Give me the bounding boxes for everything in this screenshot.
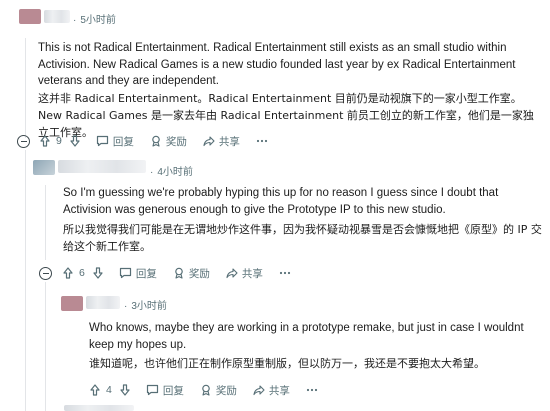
share-label: 共享 [218, 135, 240, 148]
more-options-icon [306, 388, 318, 392]
share-label: 共享 [268, 384, 290, 397]
comment-text-en: Who knows, maybe they are working in a p… [89, 322, 524, 351]
thread-line [45, 185, 46, 260]
award-label: 奖励 [188, 267, 210, 280]
collapse-thread-button[interactable] [17, 135, 30, 148]
reply-icon [146, 384, 159, 396]
comment-text-en: So I'm guessing we're probably hyping th… [63, 187, 499, 216]
more-options-button[interactable] [279, 271, 291, 275]
comment-actions: 9 回复 奖励 共享 [40, 133, 284, 149]
comment-meta: · 4小时前 [150, 167, 193, 178]
award-label: 奖励 [215, 384, 237, 397]
reply-label: 回复 [162, 384, 184, 397]
award-label: 奖励 [165, 135, 187, 148]
award-button[interactable]: 奖励 [200, 383, 237, 398]
vote-group: 4 [90, 384, 130, 396]
share-button[interactable]: 共享 [226, 266, 263, 281]
share-button[interactable]: 共享 [253, 383, 290, 398]
timestamp: 4小时前 [157, 167, 193, 178]
reply-button[interactable]: 回复 [146, 383, 184, 398]
share-button[interactable]: 共享 [203, 134, 240, 149]
avatar[interactable] [33, 160, 55, 175]
more-options-button[interactable] [306, 388, 318, 392]
thread-line [25, 38, 26, 138]
share-icon [226, 267, 238, 279]
comment-meta: · 3小时前 [124, 301, 167, 312]
vote-count: 4 [106, 384, 112, 396]
reply-icon [96, 135, 109, 147]
comment-text-zh: 所以我觉得我们可能是在无谓地炒作这件事，因为我怀疑动视暴雪是否会慷慨地把《原型》… [63, 223, 542, 253]
username-blurred[interactable] [86, 296, 120, 309]
reply-button[interactable]: 回复 [96, 134, 134, 149]
reply-label: 回复 [112, 135, 134, 148]
downvote-icon[interactable] [70, 135, 80, 147]
more-options-button[interactable] [256, 139, 268, 143]
share-label: 共享 [241, 267, 263, 280]
share-icon [203, 135, 215, 147]
timestamp: 5小时前 [80, 15, 116, 26]
comment-actions: 6 回复 奖励 共享 [63, 265, 307, 281]
next-comment-header-cutoff [64, 405, 134, 411]
avatar[interactable] [61, 296, 83, 311]
more-options-icon [279, 271, 291, 275]
username-blurred[interactable] [44, 10, 70, 23]
reply-button[interactable]: 回复 [119, 266, 157, 281]
reply-label: 回复 [135, 267, 157, 280]
upvote-icon[interactable] [40, 135, 50, 147]
vote-group: 6 [63, 267, 103, 279]
more-options-icon [256, 139, 268, 143]
downvote-icon[interactable] [120, 384, 130, 396]
share-icon [253, 384, 265, 396]
upvote-icon[interactable] [63, 267, 73, 279]
avatar[interactable] [19, 9, 41, 24]
comment-text-zh: 谁知道呢，也许他们正在制作原型重制版，但以防万一，我还是不要抱太大希望。 [89, 357, 485, 370]
upvote-icon[interactable] [90, 384, 100, 396]
collapse-thread-button[interactable] [39, 267, 52, 280]
vote-count: 6 [79, 267, 85, 279]
downvote-icon[interactable] [93, 267, 103, 279]
comment-text-en: This is not Radical Entertainment. Radic… [38, 42, 516, 87]
comment-actions: 4 回复 奖励 共享 [90, 382, 334, 398]
award-icon [150, 135, 162, 147]
reply-icon [119, 267, 132, 279]
timestamp: 3小时前 [131, 301, 167, 312]
comment-meta: · 5小时前 [73, 15, 116, 26]
vote-group: 9 [40, 135, 80, 147]
award-button[interactable]: 奖励 [150, 134, 187, 149]
award-icon [200, 384, 212, 396]
username-blurred[interactable] [58, 160, 146, 173]
thread-line [25, 150, 26, 411]
thread-line [45, 282, 46, 411]
award-icon [173, 267, 185, 279]
vote-count: 9 [56, 135, 62, 147]
award-button[interactable]: 奖励 [173, 266, 210, 281]
